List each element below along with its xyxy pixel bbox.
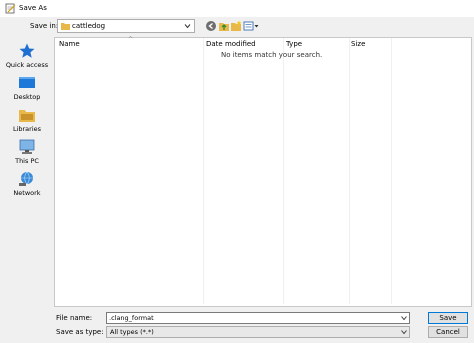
view-menu-icon[interactable] bbox=[243, 20, 259, 32]
network-icon bbox=[19, 171, 33, 186]
desktop-icon bbox=[19, 77, 35, 88]
libraries-icon bbox=[19, 110, 35, 122]
save-as-type-label: Save as type: bbox=[56, 328, 104, 336]
cancel-button[interactable]: Cancel bbox=[428, 326, 468, 338]
empty-message: No items match your search. bbox=[221, 51, 323, 59]
place-network[interactable]: Network bbox=[2, 171, 52, 197]
save-button[interactable]: Save bbox=[428, 312, 468, 324]
save-as-type-dropdown[interactable]: All types (*.*) bbox=[106, 326, 410, 338]
place-desktop[interactable]: Desktop bbox=[2, 75, 52, 101]
file-list[interactable]: ^ Name Date modified Type Size No items … bbox=[54, 36, 472, 307]
column-header-type[interactable]: Type bbox=[286, 38, 302, 50]
column-header-date-modified[interactable]: Date modified bbox=[206, 38, 256, 50]
back-icon[interactable] bbox=[205, 20, 217, 32]
sort-caret-icon: ^ bbox=[128, 36, 134, 43]
column-header-size[interactable]: Size bbox=[351, 38, 365, 50]
column-divider[interactable] bbox=[391, 38, 392, 304]
file-name-input[interactable]: .clang_format bbox=[106, 312, 410, 324]
computer-icon bbox=[19, 139, 35, 154]
save-as-type-value: All types (*.*) bbox=[110, 328, 154, 336]
notepad-icon bbox=[5, 3, 16, 14]
place-label: Libraries bbox=[12, 125, 42, 133]
save-in-value: cattledog bbox=[72, 22, 106, 30]
chevron-down-icon bbox=[401, 330, 407, 335]
place-label: Desktop bbox=[13, 93, 41, 101]
column-divider[interactable] bbox=[283, 38, 284, 304]
save-in-dropdown[interactable]: cattledog bbox=[57, 19, 195, 33]
column-divider[interactable] bbox=[349, 38, 350, 304]
file-name-value: .clang_format bbox=[109, 314, 154, 322]
location-bar: Save in: cattledog bbox=[0, 19, 474, 35]
place-label: This PC bbox=[15, 157, 39, 165]
place-label: Network bbox=[13, 189, 41, 197]
star-icon bbox=[19, 43, 35, 58]
places-bar: Quick access Desktop Libraries This PC N… bbox=[2, 37, 52, 307]
title-bar[interactable]: Save As bbox=[0, 0, 474, 17]
new-folder-icon[interactable] bbox=[230, 20, 242, 32]
window-title: Save As bbox=[19, 4, 47, 12]
up-folder-icon[interactable] bbox=[218, 20, 230, 32]
chevron-down-icon bbox=[184, 24, 191, 29]
place-quick-access[interactable]: Quick access bbox=[2, 43, 52, 69]
file-name-label: File name: bbox=[56, 314, 93, 322]
folder-icon bbox=[61, 23, 70, 30]
place-libraries[interactable]: Libraries bbox=[2, 107, 52, 133]
place-label: Quick access bbox=[5, 61, 49, 69]
place-this-pc[interactable]: This PC bbox=[2, 139, 52, 165]
column-header-name[interactable]: Name bbox=[59, 38, 80, 50]
column-divider[interactable] bbox=[203, 38, 204, 304]
chevron-down-icon[interactable] bbox=[401, 315, 407, 321]
save-in-label: Save in: bbox=[30, 22, 59, 30]
